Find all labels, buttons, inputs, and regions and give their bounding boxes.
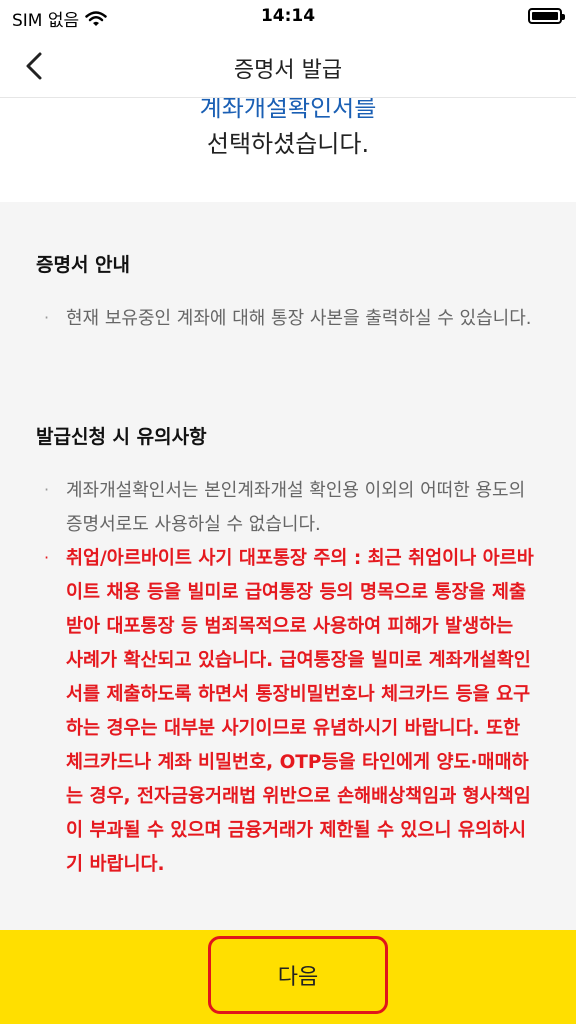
battery-icon: [528, 8, 565, 24]
nav-bar: 증명서 발급: [0, 34, 576, 98]
next-button[interactable]: 다음: [208, 936, 388, 1014]
selected-document-name: 계좌개설확인서를: [199, 98, 377, 122]
certificate-guide-item: 현재 보유중인 계좌에 대해 통장 사본을 출력하실 수 있습니다.: [66, 308, 532, 329]
notice-item: 계좌개설확인서는 본인계좌개설 확인용 이외의 어떠한 용도의 증명서로도 사용…: [66, 480, 526, 535]
status-bar: SIM 없음 14:14: [0, 0, 576, 34]
bullet-icon: ·: [44, 480, 50, 499]
info-section: 증명서 안내 · 현재 보유중인 계좌에 대해 통장 사본을 출력하실 수 있습…: [0, 202, 576, 930]
selection-summary: 계좌개설확인서를 선택하셨습니다.: [0, 98, 576, 202]
notice-heading: 발급신청 시 유의사항: [36, 426, 207, 448]
bullet-icon: ·: [44, 308, 50, 327]
status-time: 14:14: [260, 6, 316, 26]
bullet-icon: ·: [44, 548, 50, 567]
certificate-guide-heading: 증명서 안내: [36, 254, 131, 276]
selected-confirmation-text: 선택하셨습니다.: [206, 130, 370, 158]
bottom-action-bar: 다음: [0, 930, 576, 1024]
fraud-warning-item: 취업/아르바이트 사기 대포통장 주의 : 최근 취업이나 아르바이트 채용 등…: [66, 548, 534, 875]
page-title: 증명서 발급: [233, 58, 343, 83]
